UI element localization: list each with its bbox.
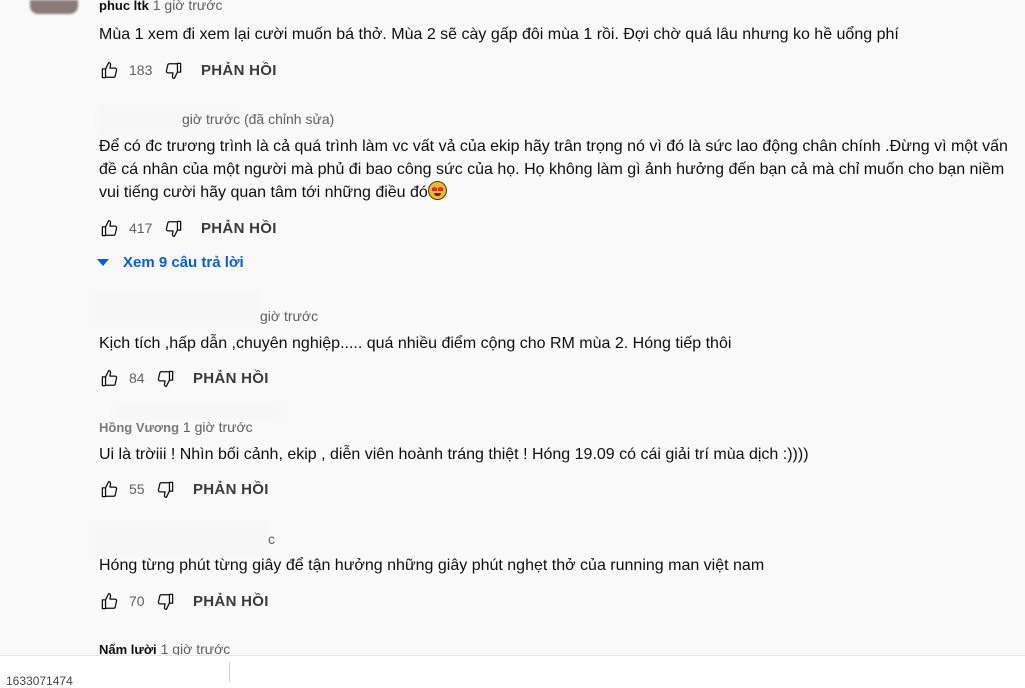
view-replies-label: Xem 9 câu trả lời xyxy=(123,253,244,271)
like-count: 55 xyxy=(129,481,145,497)
comment-actions: 417 PHẢN HỒI xyxy=(99,216,277,240)
redacted-author xyxy=(90,526,268,556)
bottom-bar: 1633071474 xyxy=(0,655,1025,688)
reply-button[interactable]: PHẢN HỒI xyxy=(201,220,277,237)
caret-down-icon xyxy=(97,258,109,266)
comment-time[interactable]: giờ trước (đã chỉnh sửa) xyxy=(182,111,334,127)
heart-eyes-emoji-icon xyxy=(427,181,447,200)
thumbs-up-icon xyxy=(101,480,117,497)
reply-button[interactable]: PHẢN HỒI xyxy=(201,62,277,79)
reply-button[interactable]: PHẢN HỒI xyxy=(193,593,269,610)
comment-author[interactable]: Hồng Vương xyxy=(99,420,179,435)
comment-time[interactable]: 1 giờ trước xyxy=(183,419,253,435)
status-text: 1633071474 xyxy=(6,674,73,688)
redacted-author xyxy=(90,293,260,326)
thumbs-up-icon xyxy=(101,369,117,386)
thumbs-down-icon xyxy=(165,220,181,237)
comment-actions: 70 PHẢN HỒI xyxy=(99,589,269,613)
comment-header: giờ trước xyxy=(260,308,318,324)
like-count: 183 xyxy=(129,62,153,78)
like-count: 417 xyxy=(129,220,153,236)
redacted-author-overlay xyxy=(112,405,282,419)
like-button[interactable] xyxy=(99,60,119,80)
like-count: 84 xyxy=(129,370,145,386)
dislike-button[interactable] xyxy=(155,368,175,388)
dislike-button[interactable] xyxy=(163,218,183,238)
comment-text-body: Để có đc trương trình là cả quá trình là… xyxy=(99,138,1008,201)
like-count: 70 xyxy=(129,593,145,609)
thumbs-down-icon xyxy=(157,370,173,387)
comment-time[interactable]: giờ trước xyxy=(260,308,318,324)
thumbs-down-icon xyxy=(157,593,173,610)
left-gutter xyxy=(0,0,84,681)
dislike-button[interactable] xyxy=(163,60,183,80)
thumbs-down-icon xyxy=(165,62,181,79)
view-replies-button[interactable]: Xem 9 câu trả lời xyxy=(97,251,244,273)
dislike-button[interactable] xyxy=(155,479,175,499)
comment-header: phuc ltk 1 giờ trước xyxy=(99,0,222,13)
comment-time[interactable]: c xyxy=(268,531,275,547)
divider xyxy=(229,662,230,682)
comment-author[interactable]: phuc ltk xyxy=(99,0,149,13)
like-button[interactable] xyxy=(99,218,119,238)
comment-text: Kịch tích ,hấp dẫn ,chuyên nghiệp..... q… xyxy=(99,335,732,352)
thumbs-up-icon xyxy=(101,592,117,609)
like-button[interactable] xyxy=(99,368,119,388)
comment-text: Mùa 1 xem đi xem lại cười muốn bá thở. M… xyxy=(99,26,899,43)
like-button[interactable] xyxy=(99,479,119,499)
thumbs-up-icon xyxy=(101,61,117,78)
reply-button[interactable]: PHẢN HỒI xyxy=(193,481,269,498)
comment-actions: 55 PHẢN HỒI xyxy=(99,477,269,501)
comment-text: Hóng từng phút từng giây để tận hưởng nh… xyxy=(99,557,765,574)
comment-text: Ui là trờiii ! Nhìn bối cảnh, ekip , diễ… xyxy=(99,446,809,463)
dislike-button[interactable] xyxy=(155,591,175,611)
thumbs-up-icon xyxy=(101,219,117,236)
comment-actions: 84 PHẢN HỒI xyxy=(99,366,269,390)
comment-actions: 183 PHẢN HỒI xyxy=(99,58,277,82)
like-button[interactable] xyxy=(99,591,119,611)
reply-button[interactable]: PHẢN HỒI xyxy=(193,370,269,387)
thumbs-down-icon xyxy=(157,481,173,498)
comment-header: Hồng Vương 1 giờ trước xyxy=(99,419,253,435)
comment-time[interactable]: 1 giờ trước xyxy=(153,0,223,13)
comment-header: c xyxy=(268,531,275,547)
comment-header: giờ trước (đã chỉnh sửa) xyxy=(182,111,334,127)
avatar xyxy=(30,0,78,14)
comment-text: Để có đc trương trình là cả quá trình là… xyxy=(99,135,1011,204)
